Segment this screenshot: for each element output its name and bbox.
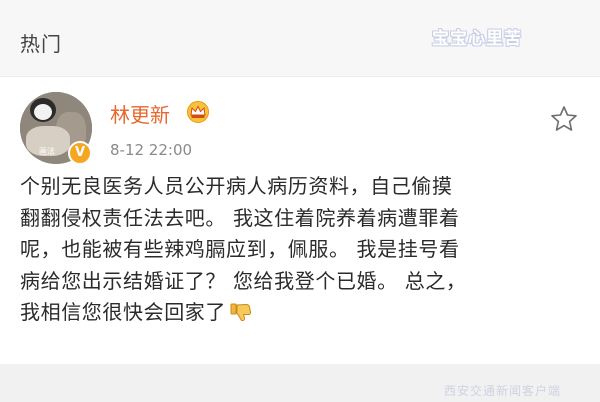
watermark-text: 宝宝心里苦 <box>432 29 522 49</box>
avatar-shape <box>34 104 52 120</box>
post-line: 病给您出示结婚证了？ 您给我登个已婚。 总之， <box>20 268 467 293</box>
post-line: 翻翻侵权责任法去吧。 我这住着院养着病遭罪着 <box>20 205 460 230</box>
post-line: 呢，也能被有些辣鸡膈应到，佩服。 我是挂号看 <box>20 237 460 261</box>
post-card: 画法 V 林更新 8-12 22:00 个别无良医务人员公开病人病历资料，自己偷… <box>0 77 600 402</box>
star-icon[interactable] <box>549 104 579 134</box>
thumbs-down-icon <box>230 303 252 321</box>
crown-icon <box>187 101 209 123</box>
verified-icon: V <box>68 141 92 165</box>
watermark: 宝宝心里苦 <box>432 24 548 49</box>
section-title: 热门 <box>20 32 62 56</box>
username[interactable]: 林更新 <box>110 99 170 128</box>
post-body: 个别无良医务人员公开病人病历资料，自己偷摸 翻翻侵权责任法去吧。 我这住着院养着… <box>20 171 586 329</box>
post-timestamp: 8-12 22:00 <box>110 141 193 159</box>
avatar-caption: 画法 <box>39 147 55 156</box>
top-bar: 热门 宝宝心里苦 <box>0 0 600 77</box>
footer-watermark: 西安交通新闻客户端 <box>444 384 562 398</box>
post-line: 个别无良医务人员公开病人病历资料，自己偷摸 <box>20 174 453 198</box>
post-last-line: 我相信您很快会回家了 <box>20 297 586 329</box>
post-line: 我相信您很快会回家了 <box>20 300 226 324</box>
